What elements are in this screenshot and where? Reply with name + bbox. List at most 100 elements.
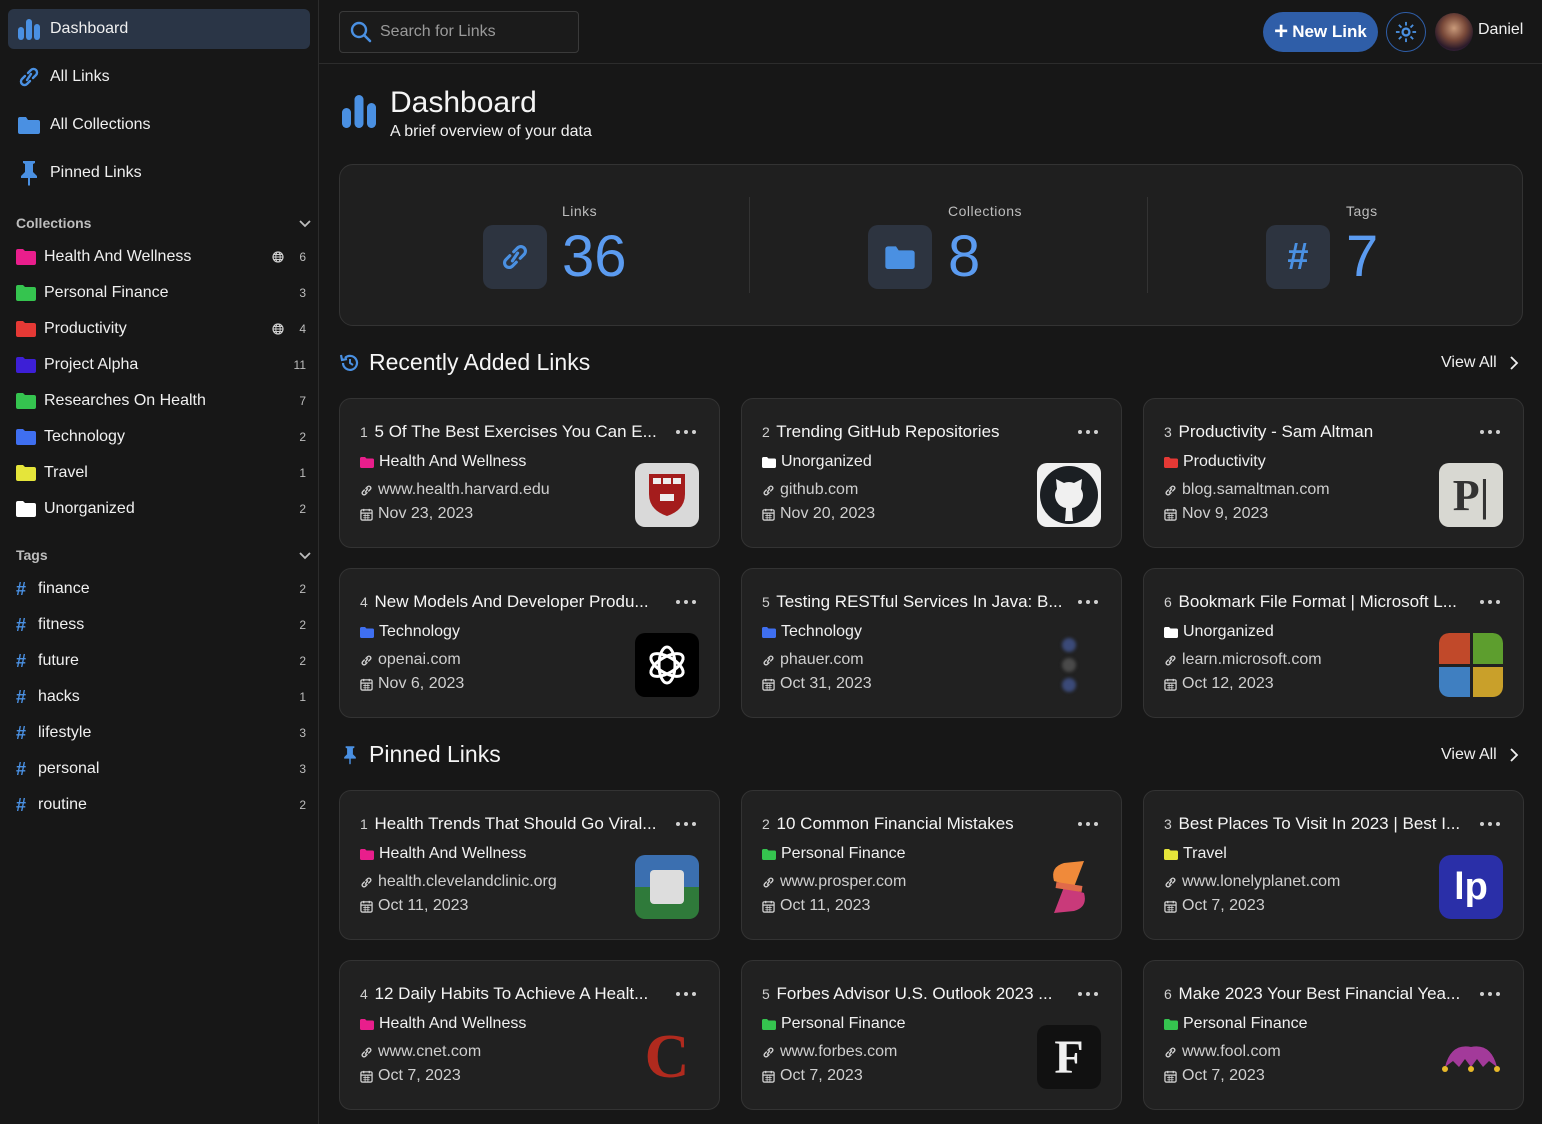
search-box[interactable] (339, 11, 579, 53)
link-title[interactable]: 5 Forbes Advisor U.S. Outlook 2023 ... (762, 984, 1067, 1004)
link-collection[interactable]: Personal Finance (1164, 1015, 1308, 1033)
link-url[interactable]: www.health.harvard.edu (360, 481, 550, 499)
more-options-icon[interactable] (676, 425, 696, 439)
more-options-icon[interactable] (1480, 987, 1500, 1001)
link-url[interactable]: github.com (762, 481, 858, 499)
link-card[interactable]: 3 Best Places To Visit In 2023 | Best I.… (1143, 790, 1524, 940)
recent-view-all-link[interactable]: View All (1441, 354, 1519, 372)
search-input[interactable] (380, 23, 560, 41)
link-collection[interactable]: Personal Finance (762, 1015, 906, 1033)
link-index: 3 (1164, 424, 1172, 440)
calendar-icon (1164, 900, 1177, 913)
link-collection[interactable]: Health And Wellness (360, 1015, 526, 1033)
sidebar-tag-item[interactable]: # fitness 2 (16, 611, 306, 639)
more-options-icon[interactable] (1078, 987, 1098, 1001)
link-title[interactable]: 3 Best Places To Visit In 2023 | Best I.… (1164, 814, 1469, 834)
tag-label: fitness (38, 616, 85, 633)
sidebar-collection-item[interactable]: Technology 2 (16, 423, 306, 451)
link-collection[interactable]: Productivity (1164, 453, 1266, 471)
link-title[interactable]: 4 12 Daily Habits To Achieve A Healt... (360, 984, 665, 1004)
sidebar-collection-item[interactable]: Health And Wellness 6 (16, 243, 306, 271)
more-options-icon[interactable] (676, 987, 696, 1001)
link-title[interactable]: 2 Trending GitHub Repositories (762, 422, 1067, 442)
link-title[interactable]: 4 New Models And Developer Produ... (360, 592, 665, 612)
sidebar-collection-item[interactable]: Project Alpha 11 (16, 351, 306, 379)
sidebar-collection-item[interactable]: Productivity 4 (16, 315, 306, 343)
link-title[interactable]: 6 Make 2023 Your Best Financial Yea... (1164, 984, 1469, 1004)
link-card[interactable]: 1 Health Trends That Should Go Viral... H… (339, 790, 720, 940)
link-url[interactable]: health.clevelandclinic.org (360, 873, 557, 891)
link-collection[interactable]: Technology (360, 623, 460, 641)
sidebar-collection-item[interactable]: Personal Finance 3 (16, 279, 306, 307)
more-options-icon[interactable] (676, 817, 696, 831)
sidebar-tag-item[interactable]: # personal 3 (16, 755, 306, 783)
link-url[interactable]: www.fool.com (1164, 1043, 1281, 1061)
more-options-icon[interactable] (1078, 595, 1098, 609)
nav-pinned-links[interactable]: Pinned Links (8, 153, 310, 193)
link-card[interactable]: 1 5 Of The Best Exercises You Can E... He… (339, 398, 720, 548)
link-url[interactable]: learn.microsoft.com (1164, 651, 1322, 669)
link-collection[interactable]: Technology (762, 623, 862, 641)
sidebar-collection-item[interactable]: Researches On Health 7 (16, 387, 306, 415)
sidebar-tag-item[interactable]: # finance 2 (16, 575, 306, 603)
link-title[interactable]: 1 5 Of The Best Exercises You Can E... (360, 422, 665, 442)
more-options-icon[interactable] (676, 595, 696, 609)
link-collection[interactable]: Unorganized (1164, 623, 1274, 641)
link-url[interactable]: www.cnet.com (360, 1043, 481, 1061)
link-collection[interactable]: Personal Finance (762, 845, 906, 863)
nav-all-collections[interactable]: All Collections (8, 105, 310, 145)
avatar[interactable] (1435, 13, 1473, 51)
collections-heading[interactable]: Collections (16, 213, 312, 233)
link-icon (763, 485, 774, 495)
link-url[interactable]: phauer.com (762, 651, 864, 669)
nav-all-links[interactable]: All Links (8, 57, 310, 97)
sidebar-tag-item[interactable]: # hacks 1 (16, 683, 306, 711)
link-collection[interactable]: Unorganized (762, 453, 872, 471)
tag-count: 2 (299, 798, 306, 812)
link-url[interactable]: www.lonelyplanet.com (1164, 873, 1340, 891)
sidebar-collection-item[interactable]: Unorganized 2 (16, 495, 306, 523)
link-collection[interactable]: Travel (1164, 845, 1227, 863)
link-title[interactable]: 5 Testing RESTful Services In Java: B... (762, 592, 1067, 612)
folder-icon (16, 465, 36, 481)
more-options-icon[interactable] (1078, 817, 1098, 831)
nav-dashboard[interactable]: Dashboard (8, 9, 310, 49)
link-url[interactable]: openai.com (360, 651, 461, 669)
link-card[interactable]: 4 12 Daily Habits To Achieve A Healt... H… (339, 960, 720, 1110)
link-card[interactable]: 6 Bookmark File Format | Microsoft L... U… (1143, 568, 1524, 718)
new-link-button[interactable]: + New Link (1263, 12, 1378, 52)
link-url[interactable]: blog.samaltman.com (1164, 481, 1330, 499)
tag-label: routine (38, 796, 87, 813)
link-collection[interactable]: Health And Wellness (360, 453, 526, 471)
link-title[interactable]: 2 10 Common Financial Mistakes (762, 814, 1067, 834)
user-name[interactable]: Daniel (1478, 21, 1523, 39)
link-card[interactable]: 2 Trending GitHub Repositories Unorganize… (741, 398, 1122, 548)
link-card[interactable]: 4 New Models And Developer Produ... Techn… (339, 568, 720, 718)
folder-icon (1164, 1018, 1178, 1030)
link-card[interactable]: 2 10 Common Financial Mistakes Personal F… (741, 790, 1122, 940)
link-url[interactable]: www.forbes.com (762, 1043, 897, 1061)
sidebar-collection-item[interactable]: Travel 1 (16, 459, 306, 487)
link-card[interactable]: 3 Productivity - Sam Altman Productivity b… (1143, 398, 1524, 548)
more-options-icon[interactable] (1480, 425, 1500, 439)
link-title[interactable]: 3 Productivity - Sam Altman (1164, 422, 1469, 442)
p-logo-icon: P| (1439, 463, 1503, 527)
link-url[interactable]: www.prosper.com (762, 873, 906, 891)
more-options-icon[interactable] (1480, 817, 1500, 831)
sidebar-tag-item[interactable]: # routine 2 (16, 791, 306, 819)
sidebar-tag-item[interactable]: # lifestyle 3 (16, 719, 306, 747)
more-options-icon[interactable] (1480, 595, 1500, 609)
link-card[interactable]: 6 Make 2023 Your Best Financial Yea... Pe… (1143, 960, 1524, 1110)
link-title[interactable]: 6 Bookmark File Format | Microsoft L... (1164, 592, 1469, 612)
theme-toggle-button[interactable] (1386, 12, 1426, 52)
sidebar-tag-item[interactable]: # future 2 (16, 647, 306, 675)
tags-heading[interactable]: Tags (16, 545, 312, 565)
pinned-view-all-link[interactable]: View All (1441, 746, 1519, 764)
link-collection[interactable]: Health And Wellness (360, 845, 526, 863)
link-title-text: Trending GitHub Repositories (776, 422, 1000, 441)
link-title[interactable]: 1 Health Trends That Should Go Viral... (360, 814, 665, 834)
link-card[interactable]: 5 Testing RESTful Services In Java: B...… (741, 568, 1122, 718)
more-options-icon[interactable] (1078, 425, 1098, 439)
link-card[interactable]: 5 Forbes Advisor U.S. Outlook 2023 ... Pe… (741, 960, 1122, 1110)
sun-gear-icon (1395, 21, 1417, 43)
